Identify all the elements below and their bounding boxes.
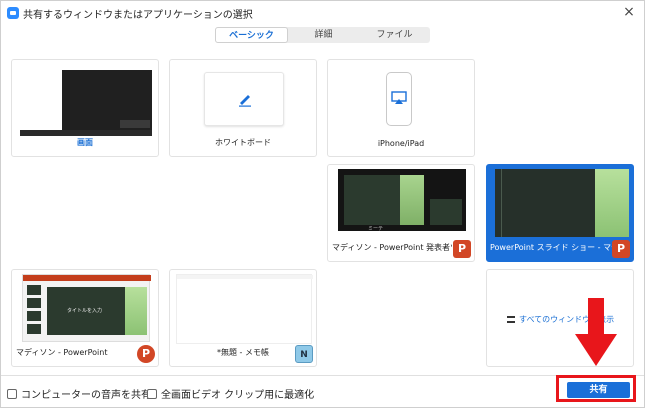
pen-icon <box>239 95 251 107</box>
screen-thumbnail <box>20 64 152 136</box>
notepad-thumbnail <box>176 274 313 344</box>
tile-powerpoint-presenter[interactable]: ミーテ マディソン - PowerPoint 発表者ツ... P <box>327 164 475 262</box>
slideshow-thumbnail <box>495 169 629 237</box>
tile-powerpoint-slideshow[interactable]: PowerPoint スライド ショー - マディ... P <box>486 164 634 262</box>
tile-screen-label: 画面 <box>77 138 93 147</box>
tile-whiteboard[interactable]: ホワイトボード <box>169 59 317 157</box>
tile-powerpoint-editor[interactable]: タイトルを入力 マディソン - PowerPoint P <box>11 269 159 367</box>
presenter-thumb-text: ミーテ <box>368 226 384 232</box>
powerpoint-icon: P <box>137 345 155 363</box>
share-button[interactable]: 共有 <box>567 382 630 398</box>
airplay-icon <box>391 91 407 104</box>
checkbox-box[interactable] <box>147 389 157 399</box>
share-dialog: 共有するウィンドウまたはアプリケーションの選択 × ベーシック 詳細 ファイル … <box>0 0 645 408</box>
footer: コンピューターの音声を共有 全画面ビデオ クリップ用に最適化 <box>1 375 644 408</box>
whiteboard-preview <box>204 72 284 126</box>
share-computer-audio-checkbox[interactable]: コンピューターの音声を共有 <box>7 386 151 401</box>
optimize-video-label: 全画面ビデオ クリップ用に最適化 <box>161 390 315 401</box>
share-computer-audio-label: コンピューターの音声を共有 <box>21 390 151 401</box>
tile-whiteboard-label: ホワイトボード <box>215 138 271 147</box>
notepad-icon: N <box>295 345 313 363</box>
share-source-grid: 画面 ホワイトボード iPhone/iPad ミーテ マディソン - Power… <box>1 1 645 373</box>
tile-powerpoint-slideshow-label: PowerPoint スライド ショー - マディ... <box>490 243 615 252</box>
tile-powerpoint-editor-label: マディソン - PowerPoint <box>16 348 108 357</box>
phone-icon <box>386 72 412 126</box>
checkbox-box[interactable] <box>7 389 17 399</box>
editor-thumbnail: タイトルを入力 <box>22 274 151 342</box>
editor-thumb-text: タイトルを入力 <box>67 308 103 314</box>
red-arrow-down-icon <box>575 298 617 366</box>
presenter-thumbnail: ミーテ <box>338 169 466 232</box>
tile-screen[interactable]: 画面 <box>11 59 159 157</box>
powerpoint-icon: P <box>612 240 630 258</box>
powerpoint-icon: P <box>453 240 471 258</box>
tile-iphone-ipad[interactable]: iPhone/iPad <box>327 59 475 157</box>
tile-iphone-ipad-label: iPhone/iPad <box>377 139 425 148</box>
optimize-video-checkbox[interactable]: 全画面ビデオ クリップ用に最適化 <box>147 386 314 401</box>
tile-powerpoint-presenter-label: マディソン - PowerPoint 発表者ツ... <box>332 243 452 252</box>
windows-list-icon <box>507 316 515 323</box>
tile-notepad[interactable]: *無題 - メモ帳 N <box>169 269 317 367</box>
